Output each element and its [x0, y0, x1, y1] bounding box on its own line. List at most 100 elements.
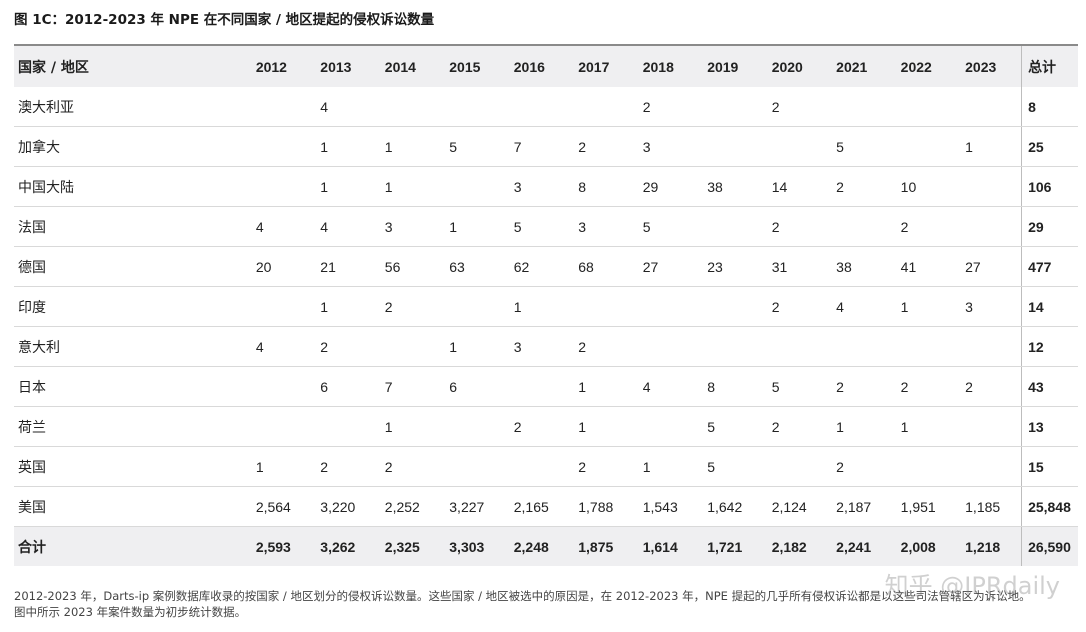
- cell-value: [707, 87, 772, 127]
- cell-value: 1: [642, 446, 708, 487]
- table-row: 美国 2,564 3,220 2,252 3,227 2,165 1,788 1,543 1,6…: [14, 486, 1078, 527]
- cell-value: [642, 286, 708, 327]
- cell-value: 63: [449, 246, 514, 287]
- header-year: 2020: [771, 44, 837, 87]
- row-total: 106: [1021, 166, 1078, 207]
- cell-value: 1: [320, 286, 385, 327]
- cell-value: [449, 446, 514, 487]
- cell-value: 1: [320, 126, 385, 167]
- row-label: 英国: [14, 446, 256, 487]
- row-label: 加拿大: [14, 126, 256, 167]
- cell-value: 8: [578, 166, 643, 207]
- cell-value: 4: [255, 326, 321, 367]
- cell-value: 3,303: [449, 526, 514, 566]
- cell-value: 1,642: [707, 486, 772, 527]
- cell-value: 5: [707, 446, 772, 487]
- cell-value: [836, 87, 901, 127]
- header-region: 国家 / 地区: [14, 44, 256, 87]
- cell-value: 4: [255, 206, 321, 247]
- cell-value: 2: [771, 286, 837, 327]
- header-year: 2021: [836, 44, 901, 87]
- cell-value: 41: [900, 246, 966, 287]
- row-label: 荷兰: [14, 406, 256, 447]
- cell-value: 3: [384, 206, 450, 247]
- table-row: 英国 1 2 2 2 1 5 2 15: [14, 446, 1078, 487]
- row-label: 日本: [14, 366, 256, 407]
- cell-value: 3: [513, 166, 579, 207]
- cell-value: 4: [642, 366, 708, 407]
- row-total: 25: [1021, 126, 1078, 167]
- cell-value: [642, 326, 708, 367]
- cell-value: [707, 286, 772, 327]
- header-year: 2022: [900, 44, 966, 87]
- cell-value: 2,008: [900, 526, 966, 566]
- cell-value: 5: [642, 206, 708, 247]
- header-year: 2017: [578, 44, 643, 87]
- cell-value: [771, 326, 837, 367]
- header-row: 国家 / 地区 2012 2013 2014 2015 2016 2017 20…: [14, 44, 1078, 87]
- cell-value: 4: [320, 87, 385, 127]
- figure-title: 图 1C：2012-2023 年 NPE 在不同国家 / 地区提起的侵权诉讼数量: [14, 12, 435, 28]
- cell-value: 7: [513, 126, 579, 167]
- cell-value: 5: [707, 406, 772, 447]
- cell-value: 1: [384, 166, 450, 207]
- cell-value: 7: [384, 366, 450, 407]
- header-year: 2019: [707, 44, 772, 87]
- cell-value: 2: [578, 446, 643, 487]
- table-row: 印度 1 2 1 2 4 1 3 14: [14, 286, 1078, 327]
- cell-value: 1,218: [965, 526, 1022, 566]
- cell-value: 1: [449, 326, 514, 367]
- cell-value: 3: [642, 126, 708, 167]
- cell-value: 1: [384, 126, 450, 167]
- cell-value: 2: [965, 366, 1022, 407]
- header-year: 2015: [449, 44, 514, 87]
- cell-value: 2: [320, 446, 385, 487]
- cell-value: [836, 326, 901, 367]
- cell-value: 1,185: [965, 486, 1022, 527]
- header-year: 2014: [384, 44, 450, 87]
- cell-value: [384, 87, 450, 127]
- cell-value: [255, 366, 321, 407]
- cell-value: 1: [900, 286, 966, 327]
- cell-value: 1: [578, 366, 643, 407]
- cell-value: 2: [900, 366, 966, 407]
- cell-value: 2: [642, 87, 708, 127]
- cell-value: [900, 87, 966, 127]
- cell-value: [965, 87, 1022, 127]
- row-total: 26,590: [1021, 526, 1078, 566]
- cell-value: 6: [449, 366, 514, 407]
- cell-value: [384, 326, 450, 367]
- cell-value: [578, 87, 643, 127]
- cell-value: [707, 126, 772, 167]
- cell-value: 6: [320, 366, 385, 407]
- row-label: 合计: [14, 526, 256, 566]
- cell-value: [836, 206, 901, 247]
- table-row: 德国 20 21 56 63 62 68 27 23 31 38 41 27 477: [14, 246, 1078, 287]
- cell-value: 38: [836, 246, 901, 287]
- cell-value: 2,165: [513, 486, 579, 527]
- table-row: 日本 6 7 6 1 4 8 5 2 2 2 43: [14, 366, 1078, 407]
- table-row: 法国 4 4 3 1 5 3 5 2 2 29: [14, 206, 1078, 247]
- row-label: 中国大陆: [14, 166, 256, 207]
- cell-value: 1: [836, 406, 901, 447]
- cell-value: [255, 166, 321, 207]
- cell-value: [900, 326, 966, 367]
- cell-value: 3: [578, 206, 643, 247]
- cell-value: 1,951: [900, 486, 966, 527]
- cell-value: [255, 286, 321, 327]
- row-total: 15: [1021, 446, 1078, 487]
- cell-value: [707, 326, 772, 367]
- cell-value: 2: [836, 366, 901, 407]
- cell-value: 2,124: [771, 486, 837, 527]
- cell-value: 2,252: [384, 486, 450, 527]
- cell-value: 2: [578, 126, 643, 167]
- cell-value: 68: [578, 246, 643, 287]
- cell-value: [965, 446, 1022, 487]
- row-total: 25,848: [1021, 486, 1078, 527]
- cell-value: 1,543: [642, 486, 708, 527]
- cell-value: 2: [384, 446, 450, 487]
- cell-value: 38: [707, 166, 772, 207]
- row-total: 13: [1021, 406, 1078, 447]
- cell-value: 5: [771, 366, 837, 407]
- cell-value: [449, 406, 514, 447]
